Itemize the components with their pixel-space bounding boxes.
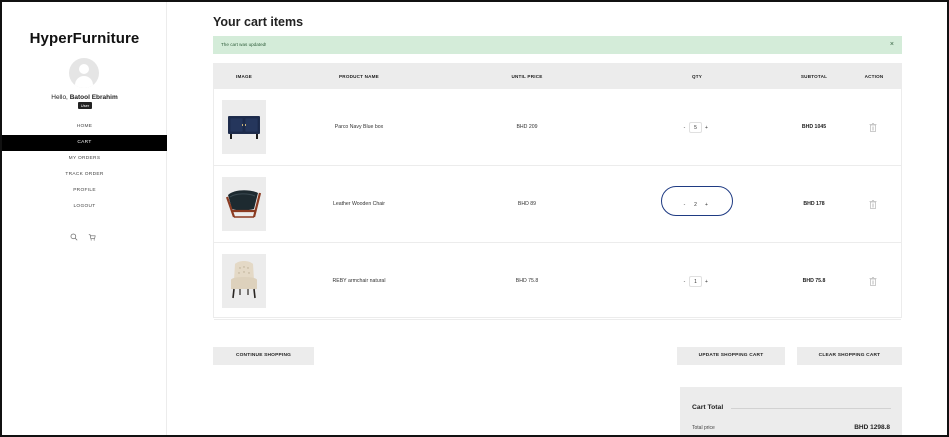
page-title: Your cart items	[213, 15, 304, 29]
header-unit-price: UNTIL PRICE	[511, 74, 543, 79]
subtotal: BHD 178	[803, 201, 825, 207]
tufted-armchair-image	[231, 261, 257, 299]
navy-cabinet-image	[228, 116, 260, 139]
header-action: ACTION	[864, 74, 884, 79]
cart-total-title: Cart Total	[692, 404, 724, 411]
user-role-badge: User	[78, 102, 92, 109]
user-name: Batool Ebrahim	[69, 94, 118, 101]
divider	[731, 408, 891, 409]
cart-icon[interactable]	[88, 233, 96, 241]
subtotal: BHD 75.8	[802, 278, 826, 284]
nav-item-logout[interactable]: LOGOUT	[2, 199, 167, 215]
search-icon[interactable]	[70, 233, 78, 241]
sidebar-nav: HOME CART MY ORDERS TRACK ORDER PROFILE …	[2, 119, 167, 215]
qty-input[interactable]: 1	[689, 276, 702, 287]
qty-focus-ring	[661, 186, 733, 216]
avatar	[69, 58, 99, 88]
total-price-label: Total price	[692, 425, 715, 431]
sidebar: HyperFurniture Hello, Batool Ebrahim Use…	[2, 2, 167, 435]
product-name[interactable]: REBY armchair natural	[314, 243, 404, 320]
cart-table: IMAGE PRODUCT NAME UNTIL PRICE QTY SUBTO…	[213, 63, 902, 320]
quantity-stepper[interactable]: - 1 +	[680, 275, 711, 288]
success-alert: The cart was updated! ×	[213, 36, 902, 54]
alert-close-button[interactable]: ×	[890, 36, 894, 54]
unit-price: BHD 89	[517, 201, 537, 207]
table-row: Leather Wooden Chair BHD 89 - 2 + BHD 17…	[214, 166, 901, 243]
unit-price: BHD 209	[516, 124, 538, 130]
nav-item-track-order[interactable]: TRACK ORDER	[2, 167, 167, 183]
nav-item-profile[interactable]: PROFILE	[2, 183, 167, 199]
total-price-value: BHD 1298.8	[854, 424, 890, 431]
qty-decrease-button[interactable]: -	[680, 279, 689, 285]
product-image[interactable]	[222, 254, 266, 308]
product-name[interactable]: Parco Navy Blue box	[314, 89, 404, 166]
qty-increase-button[interactable]: +	[702, 125, 711, 131]
product-image[interactable]	[222, 177, 266, 231]
cart-total-panel: Cart Total Total price BHD 1298.8	[680, 387, 902, 435]
product-image[interactable]	[222, 100, 266, 154]
header-qty: QTY	[691, 74, 703, 79]
user-greeting: Hello, Batool Ebrahim	[2, 94, 167, 101]
sidebar-icons	[70, 233, 96, 241]
trash-icon[interactable]	[869, 277, 877, 286]
qty-input[interactable]: 5	[689, 122, 702, 133]
nav-item-my-orders[interactable]: MY ORDERS	[2, 151, 167, 167]
table-row: Parco Navy Blue box BHD 209 - 5 + BHD 10…	[214, 89, 901, 166]
nav-item-home[interactable]: HOME	[2, 119, 167, 135]
unit-price: BHD 75.8	[515, 278, 539, 284]
greeting-prefix: Hello,	[51, 94, 70, 101]
trash-icon[interactable]	[869, 200, 877, 209]
update-cart-button[interactable]: UPDATE SHOPPING CART	[677, 347, 785, 365]
clear-cart-button[interactable]: CLEAR SHOPPING CART	[797, 347, 902, 365]
header-product-name: PRODUCT NAME	[339, 74, 379, 79]
table-row: REBY armchair natural BHD 75.8 - 1 + BHD…	[214, 243, 901, 320]
browser-viewport: HyperFurniture Hello, Batool Ebrahim Use…	[0, 0, 949, 437]
site-logo[interactable]: HyperFurniture	[2, 30, 167, 47]
qty-decrease-button[interactable]: -	[680, 125, 689, 131]
trash-icon[interactable]	[869, 123, 877, 132]
qty-increase-button[interactable]: +	[702, 279, 711, 285]
nav-item-cart[interactable]: CART	[2, 135, 167, 151]
subtotal: BHD 1045	[801, 124, 827, 130]
header-subtotal: SUBTOTAL	[800, 74, 828, 79]
table-header: IMAGE PRODUCT NAME UNTIL PRICE QTY SUBTO…	[214, 64, 901, 89]
continue-shopping-button[interactable]: CONTINUE SHOPPING	[213, 347, 314, 365]
header-image: IMAGE	[235, 74, 253, 79]
product-name[interactable]: Leather Wooden Chair	[314, 166, 404, 243]
alert-message: The cart was updated!	[221, 42, 267, 47]
leather-chair-image	[225, 190, 262, 218]
quantity-stepper[interactable]: - 5 +	[680, 121, 711, 134]
